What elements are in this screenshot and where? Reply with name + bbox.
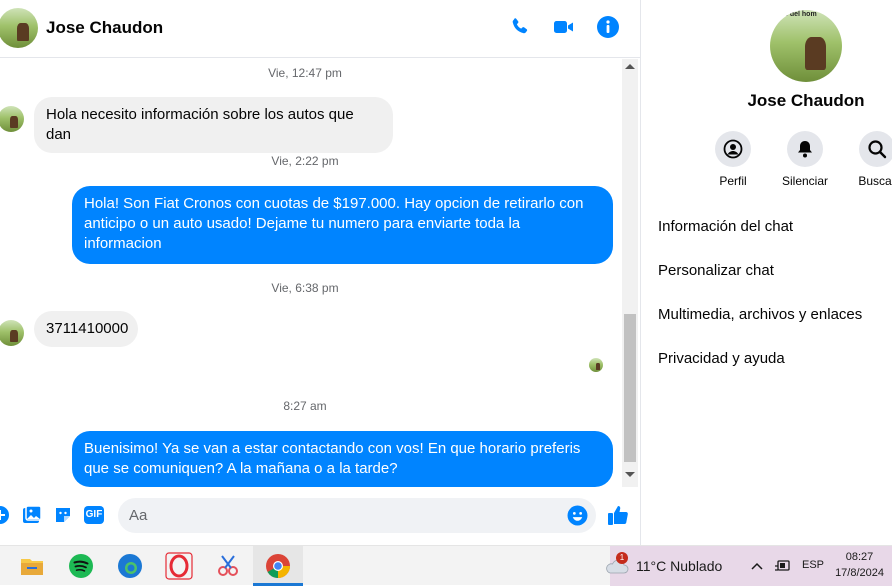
- incoming-message[interactable]: 3711410000: [34, 311, 138, 347]
- search-action[interactable]: Buscar: [841, 131, 892, 188]
- incoming-message[interactable]: Hola necesito información sobre los auto…: [34, 97, 393, 153]
- chat-scrollbar[interactable]: [622, 59, 638, 487]
- info-icon[interactable]: [596, 15, 620, 39]
- profile-action[interactable]: Perfil: [697, 131, 769, 188]
- menu-customize-chat[interactable]: Personalizar chat: [658, 262, 774, 279]
- seen-indicator-avatar: [589, 358, 603, 372]
- weather-text[interactable]: 11°C Nublado: [636, 558, 722, 574]
- system-clock[interactable]: 08:27 17/8/2024: [835, 549, 884, 581]
- scroll-down-arrow[interactable]: [625, 472, 635, 477]
- sender-avatar: [0, 320, 24, 346]
- contact-name[interactable]: Jose Chaudon: [46, 18, 163, 38]
- chrome-active-app[interactable]: [253, 546, 303, 586]
- windows-taskbar: 1 11°C Nublado ESP 08:27 17/8/2024: [0, 545, 892, 586]
- language-indicator[interactable]: ESP: [802, 559, 824, 571]
- chrome-icon: [266, 554, 290, 578]
- scroll-thumb[interactable]: [624, 314, 636, 462]
- menu-chat-info[interactable]: Información del chat: [658, 218, 793, 235]
- phone-icon[interactable]: [508, 15, 532, 39]
- sender-avatar: [0, 106, 24, 132]
- message-input-placeholder: Aa: [129, 507, 148, 524]
- emoji-icon[interactable]: [567, 505, 588, 526]
- messenger-window: Jose Chaudon Vie, 12:47 pm Hola necesito…: [0, 0, 892, 545]
- clock-date: 17/8/2024: [835, 567, 884, 579]
- contact-avatar[interactable]: [0, 8, 38, 48]
- message-input[interactable]: Aa: [118, 498, 596, 533]
- message-composer: GIF Aa: [0, 487, 640, 545]
- outgoing-message[interactable]: Hola! Son Fiat Cronos con cuotas de $197…: [72, 186, 613, 264]
- profile-name: Jose Chaudon: [747, 91, 865, 110]
- message-timestamp: Vie, 2:22 pm: [271, 154, 339, 168]
- plus-circle-icon[interactable]: [0, 505, 10, 525]
- message-timestamp: Vie, 6:38 pm: [271, 281, 339, 295]
- chat-header: Jose Chaudon: [0, 0, 640, 58]
- snipping-tool-icon[interactable]: [214, 552, 242, 580]
- system-tray: 1 11°C Nublado ESP 08:27 17/8/2024: [606, 546, 892, 586]
- scroll-up-arrow[interactable]: [625, 64, 635, 69]
- opera-browser-icon[interactable]: [165, 552, 193, 580]
- edge-browser-icon[interactable]: [116, 552, 144, 580]
- like-icon[interactable]: [606, 503, 630, 527]
- video-icon[interactable]: [552, 15, 576, 39]
- profile-icon: [723, 139, 743, 159]
- message-timestamp: 8:27 am: [283, 399, 327, 413]
- mute-action[interactable]: Silenciar: [769, 131, 841, 188]
- file-explorer-icon[interactable]: [18, 552, 46, 580]
- network-battery-icon[interactable]: [774, 558, 792, 574]
- sticker-icon[interactable]: [53, 505, 73, 525]
- chat-info-panel: s del hom Jose Chaudon Perfil Silenciar: [640, 0, 892, 545]
- chevron-up-icon[interactable]: [750, 559, 764, 573]
- photo-icon[interactable]: [22, 505, 42, 525]
- outgoing-message[interactable]: Buenisimo! Ya se van a estar contactando…: [72, 431, 613, 487]
- weather-badge: 1: [616, 552, 628, 564]
- search-action-label: Buscar: [858, 174, 892, 188]
- mute-action-label: Silenciar: [781, 174, 829, 188]
- profile-avatar[interactable]: s del hom: [770, 10, 842, 82]
- message-list[interactable]: Vie, 12:47 pm Hola necesito información …: [0, 59, 622, 487]
- menu-media-files-links[interactable]: Multimedia, archivos y enlaces: [658, 306, 862, 323]
- avatar-caption: s del hom: [784, 11, 817, 18]
- message-timestamp: Vie, 12:47 pm: [268, 66, 342, 80]
- profile-action-label: Perfil: [719, 174, 747, 188]
- menu-privacy-help[interactable]: Privacidad y ayuda: [658, 350, 785, 367]
- search-icon: [868, 140, 887, 159]
- clock-time: 08:27: [845, 551, 874, 563]
- bell-icon: [798, 141, 812, 158]
- gif-button[interactable]: GIF: [84, 506, 104, 524]
- spotify-icon[interactable]: [67, 552, 95, 580]
